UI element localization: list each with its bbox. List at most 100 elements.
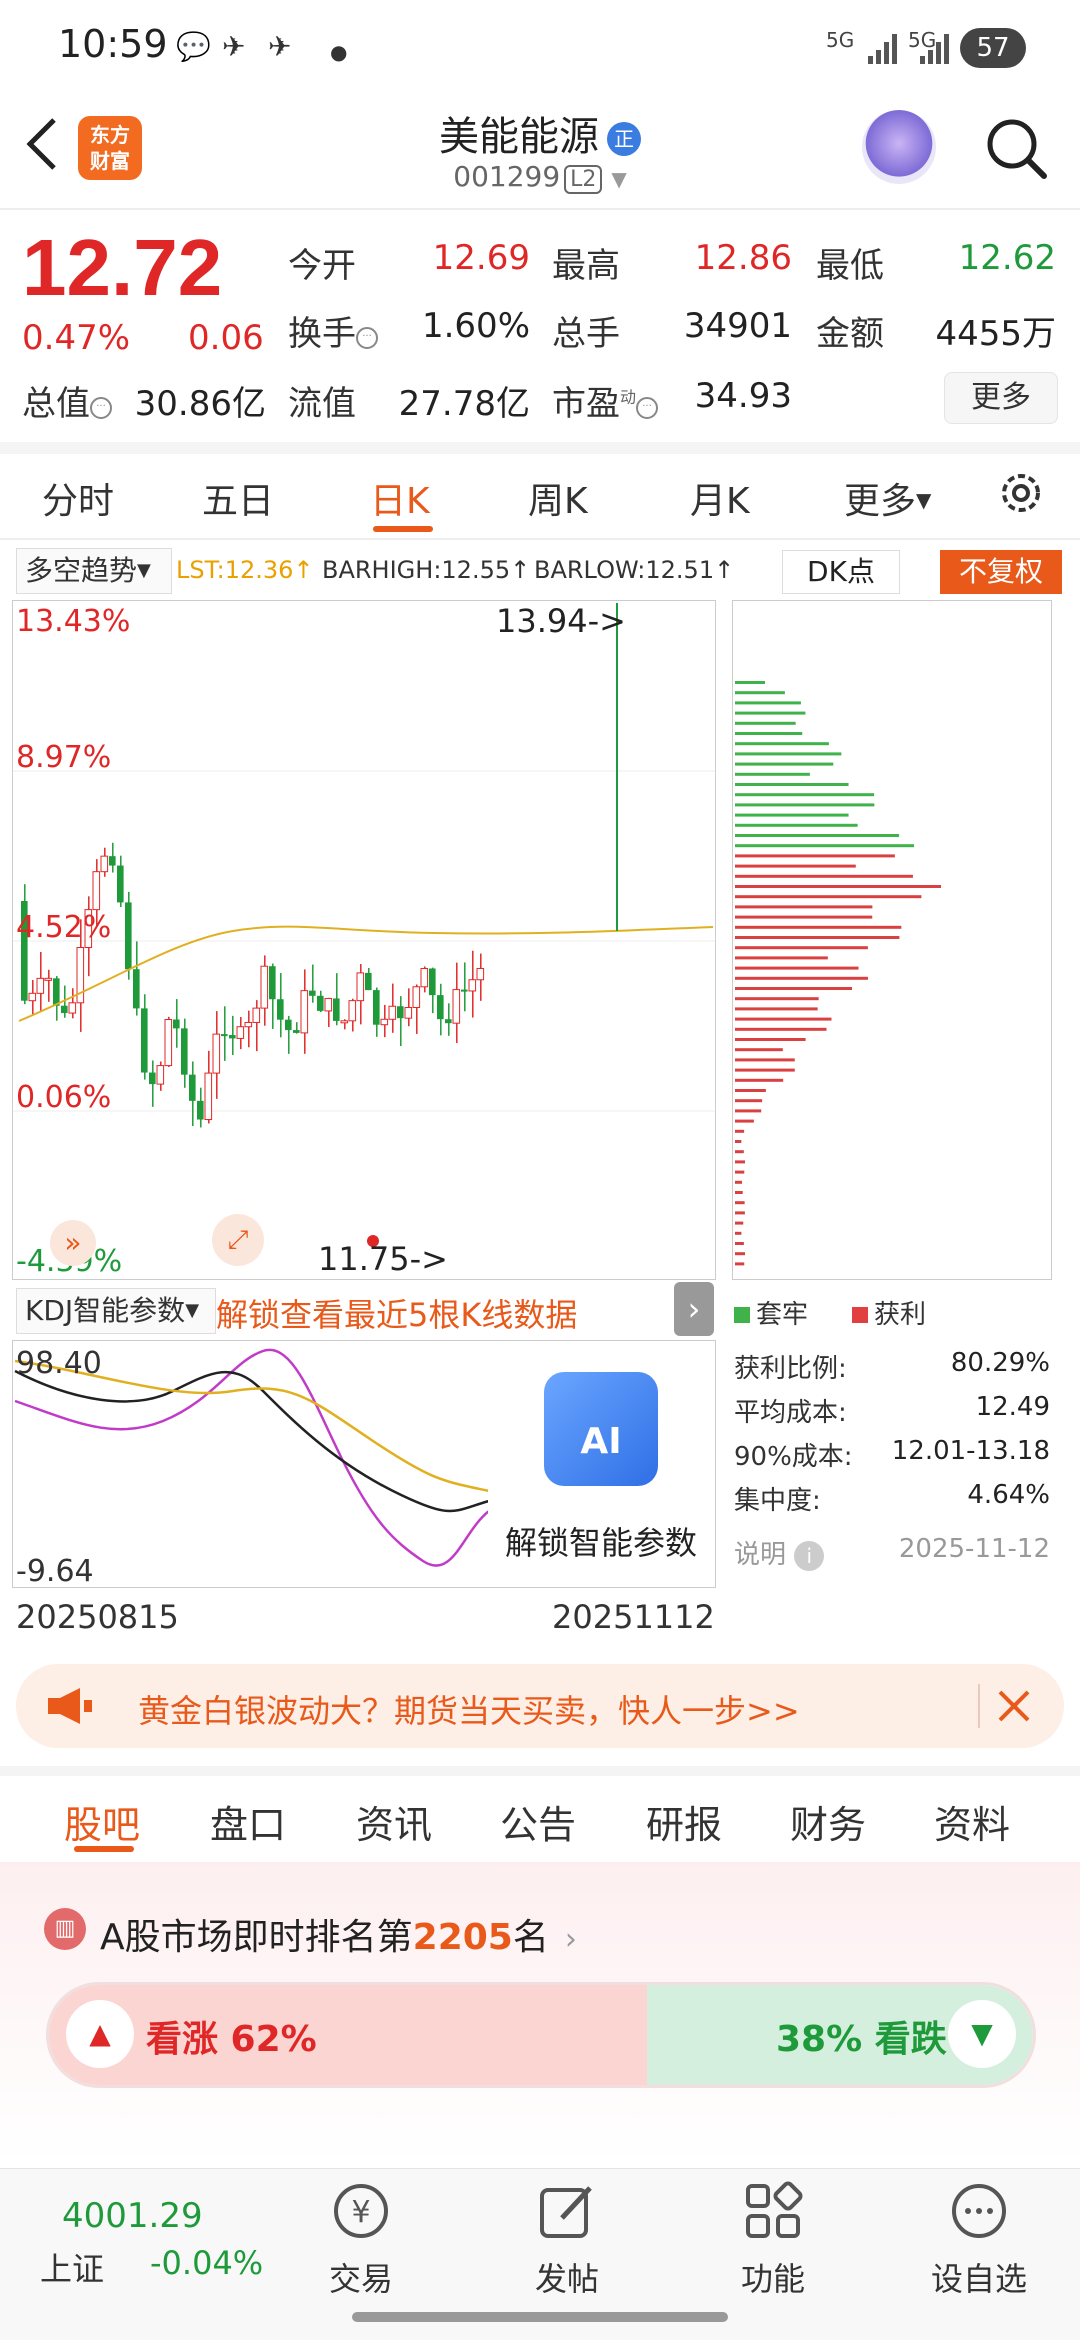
expand-icon[interactable]: ⤢ (212, 1214, 264, 1266)
more-button[interactable]: 更多 (944, 372, 1058, 424)
kline-chart[interactable] (12, 600, 716, 1280)
chip-bar (735, 742, 829, 746)
float-cap-label: 流值 (288, 384, 356, 424)
tab-monthly-k[interactable]: 月K (690, 472, 750, 524)
candle (445, 1019, 452, 1024)
dropdown-icon: ▼ (916, 488, 932, 512)
fast-forward-icon[interactable]: » (50, 1220, 96, 1266)
chip-bar (735, 721, 796, 725)
gear-icon[interactable] (996, 468, 1046, 518)
tab-five-day[interactable]: 五日 (202, 472, 274, 524)
post-label[interactable]: 发帖 (507, 2254, 627, 2300)
pe-label[interactable]: 市盈动 ··· (552, 376, 659, 425)
candle (333, 998, 340, 1021)
active-tab-indicator (373, 526, 433, 532)
tab-research[interactable]: 研报 (646, 1794, 722, 1849)
candle (269, 966, 276, 1000)
chip-bar (735, 1160, 745, 1164)
chip-bar (735, 732, 803, 735)
chip-date: 2025-11-12 (898, 1534, 1050, 1564)
market-cap-label[interactable]: 总值 ··· (22, 376, 112, 425)
ranking-text[interactable]: A股市场即时排名第2205名 › (100, 1908, 577, 1960)
chip-bar (735, 691, 785, 695)
trade-label[interactable]: 交易 (301, 2254, 421, 2300)
index-change[interactable]: -0.04% (150, 2244, 263, 2282)
ai-unlock-panel[interactable]: AI 解锁智能参数 (488, 1342, 714, 1586)
status-time: 10:59 (58, 22, 168, 66)
tab-news[interactable]: 资讯 (356, 1794, 432, 1849)
chip-bar (735, 1027, 827, 1031)
ai-icon: AI (544, 1372, 658, 1486)
chip-bar (735, 946, 868, 950)
banner-text[interactable]: 黄金白银波动大？期货当天买卖，快人一步>> (138, 1686, 800, 1732)
tab-finance[interactable]: 财务 (790, 1794, 866, 1849)
index-name[interactable]: 上证 (40, 2244, 104, 2290)
chip-bar (735, 1201, 745, 1205)
trade-icon[interactable]: ¥ (330, 2180, 392, 2246)
candle (100, 855, 109, 873)
vote-up-label[interactable]: 看涨 62% (146, 2010, 317, 2062)
tab-weekly-k[interactable]: 周K (528, 472, 588, 524)
open-label: 今开 (288, 246, 356, 286)
adjust-button[interactable]: 不复权 (940, 550, 1062, 594)
watchlist-label[interactable]: 设自选 (919, 2254, 1039, 2300)
back-arrow-icon[interactable] (22, 112, 62, 176)
tab-forum[interactable]: 股吧 (64, 1794, 140, 1849)
tab-orderbook[interactable]: 盘口 (210, 1794, 286, 1849)
close-icon[interactable] (996, 1688, 1032, 1728)
index-value[interactable]: 4001.29 (62, 2196, 203, 2236)
function-label[interactable]: 功能 (713, 2254, 833, 2300)
candle (53, 978, 60, 1006)
vote-down-button[interactable]: ▼ (948, 2000, 1016, 2068)
search-icon[interactable] (982, 114, 1050, 182)
vote-down-label[interactable]: 38% 看跌 (776, 2010, 947, 2062)
legend-swatch-red (852, 1307, 868, 1323)
stock-name-text: 美能能源 (439, 114, 599, 160)
turnover-label[interactable]: 换手 ··· (288, 306, 378, 355)
y-label-2: 8.97% (16, 740, 112, 775)
max-price-marker: 13.94-> (496, 602, 626, 640)
candle (293, 1030, 300, 1033)
candle (365, 972, 372, 991)
unlock-params-text: 解锁智能参数 (504, 1524, 697, 1562)
tab-intraday[interactable]: 分时 (42, 472, 114, 524)
chip-bar (735, 1119, 754, 1123)
watchlist-icon[interactable] (948, 2180, 1010, 2246)
pe-value: 34.93 (694, 376, 792, 416)
candle (173, 1019, 180, 1029)
chip-bar (735, 1180, 743, 1184)
post-icon[interactable] (536, 2180, 598, 2246)
chip-bar (735, 1089, 766, 1092)
info-icon: i (794, 1541, 825, 1571)
chip-bar (735, 681, 765, 684)
candle (109, 856, 116, 866)
stock-code[interactable]: 001299 L2 ▼ (380, 160, 700, 194)
chevron-right-icon[interactable]: › (674, 1282, 714, 1336)
chip-bar (735, 762, 834, 766)
kdj-select[interactable]: KDJ智能参数▼ (16, 1288, 216, 1334)
tab-announcements[interactable]: 公告 (500, 1794, 576, 1849)
function-icon[interactable] (742, 2180, 804, 2246)
candle (236, 1026, 245, 1039)
unlock-kline-text[interactable]: 解锁查看最近5根K线数据 (216, 1290, 577, 1336)
candle (317, 995, 324, 1011)
candle (397, 1006, 404, 1019)
chip-distribution (732, 600, 1052, 1280)
cost90-value: 12.01-13.18 (891, 1436, 1050, 1466)
profit-ratio-value: 80.29% (950, 1348, 1050, 1378)
tab-profile[interactable]: 资料 (934, 1794, 1010, 1849)
note-link[interactable]: 说明 i (734, 1534, 825, 1571)
dk-point-select[interactable]: DK点 (782, 550, 900, 594)
home-indicator[interactable] (352, 2312, 728, 2322)
candle (92, 871, 101, 911)
chip-bar (735, 1140, 742, 1143)
concentration-value: 4.64% (967, 1480, 1050, 1510)
candle (437, 995, 444, 1020)
vote-up-button[interactable]: ▲ (66, 2000, 134, 2068)
indicator-select[interactable]: 多空趋势▼ (16, 548, 172, 594)
tab-more[interactable]: 更多▼ (844, 472, 931, 524)
candle (380, 1018, 389, 1026)
open-value: 12.69 (432, 238, 530, 278)
robot-avatar[interactable] (862, 110, 936, 184)
tab-daily-k[interactable]: 日K (370, 472, 430, 524)
